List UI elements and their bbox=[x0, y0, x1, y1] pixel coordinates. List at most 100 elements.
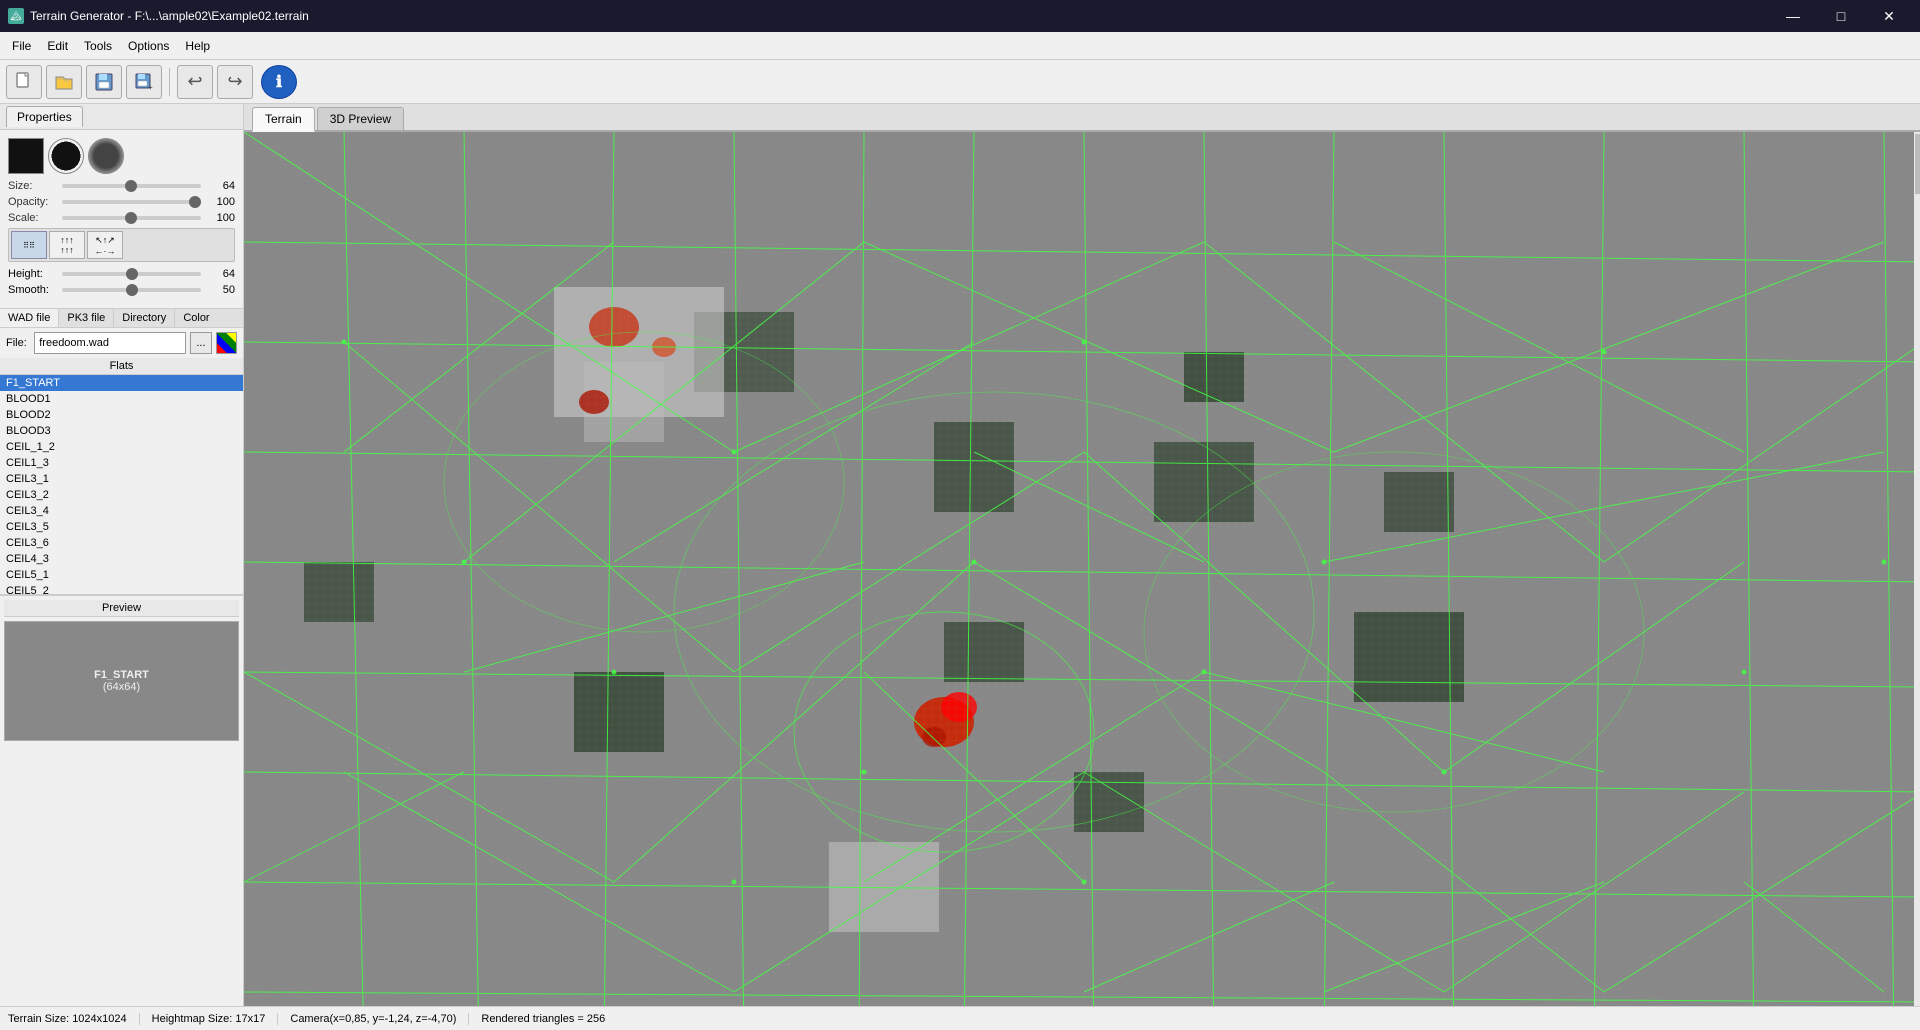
flat-item-ceil43[interactable]: CEIL4_3 bbox=[0, 551, 243, 567]
view-tabs: Terrain 3D Preview bbox=[244, 104, 1920, 132]
save-button[interactable] bbox=[86, 65, 122, 99]
size-slider[interactable] bbox=[62, 184, 201, 188]
tab-directory[interactable]: Directory bbox=[114, 309, 175, 327]
flat-item-ceil52[interactable]: CEIL5_2 bbox=[0, 583, 243, 595]
close-button[interactable]: ✕ bbox=[1866, 0, 1912, 32]
file-input[interactable] bbox=[34, 332, 186, 354]
terrain-visualization bbox=[244, 132, 1920, 1006]
brush-type-spread[interactable]: ↖↑↗←·→ bbox=[87, 231, 123, 259]
flat-item-ceil31[interactable]: CEIL3_1 bbox=[0, 471, 243, 487]
preview-flat-name: F1_START bbox=[94, 669, 149, 681]
scale-row: Scale: 100 bbox=[8, 212, 235, 224]
flat-item-ceil32[interactable]: CEIL3_2 bbox=[0, 487, 243, 503]
flat-item-ceil34[interactable]: CEIL3_4 bbox=[0, 503, 243, 519]
flat-item-f1start[interactable]: F1_START bbox=[0, 375, 243, 391]
opacity-row: Opacity: 100 bbox=[8, 196, 235, 208]
flat-item-ceil12[interactable]: CEIL_1_2 bbox=[0, 439, 243, 455]
main-layout: Properties Size: 64 Opacity: 100 bbox=[0, 104, 1920, 1006]
tab-wad-file[interactable]: WAD file bbox=[0, 309, 59, 327]
color-grid-button[interactable] bbox=[216, 332, 237, 354]
flat-item-ceil35[interactable]: CEIL3_5 bbox=[0, 519, 243, 535]
svg-text:+: + bbox=[148, 83, 153, 92]
flat-item-blood2[interactable]: BLOOD2 bbox=[0, 407, 243, 423]
toolbar-separator-1 bbox=[169, 68, 170, 96]
scale-label: Scale: bbox=[8, 212, 58, 224]
menu-help[interactable]: Help bbox=[177, 35, 218, 57]
menubar: File Edit Tools Options Help bbox=[0, 32, 1920, 60]
grid-overlay bbox=[244, 132, 1920, 1006]
window-controls: — □ ✕ bbox=[1770, 0, 1912, 32]
flat-item-ceil13[interactable]: CEIL1_3 bbox=[0, 455, 243, 471]
status-terrain-size: Terrain Size: 1024x1024 bbox=[8, 1013, 140, 1025]
properties-tab[interactable]: Properties bbox=[6, 106, 83, 127]
texture-tabs: WAD file PK3 file Directory Color bbox=[0, 309, 243, 328]
size-row: Size: 64 bbox=[8, 180, 235, 192]
texture-section: WAD file PK3 file Directory Color File: … bbox=[0, 309, 243, 596]
height-slider[interactable] bbox=[62, 272, 201, 276]
menu-options[interactable]: Options bbox=[120, 35, 177, 57]
flat-item-ceil51[interactable]: CEIL5_1 bbox=[0, 567, 243, 583]
vertical-scrollbar-track bbox=[1914, 132, 1920, 1006]
flat-item-blood3[interactable]: BLOOD3 bbox=[0, 423, 243, 439]
brush-types: ⠿⠿ ↑↑↑↑↑↑ ↖↑↗←·→ bbox=[8, 228, 235, 262]
height-label: Height: bbox=[8, 268, 58, 280]
app-icon: 🏔 bbox=[8, 8, 24, 24]
flats-list[interactable]: F1_START BLOOD1 BLOOD2 BLOOD3 CEIL_1_2 C… bbox=[0, 375, 243, 595]
size-label: Size: bbox=[8, 180, 58, 192]
preview-flat-size: (64x64) bbox=[103, 681, 140, 693]
redo-button[interactable]: ↪ bbox=[217, 65, 253, 99]
preview-label: Preview bbox=[4, 600, 239, 617]
properties-tab-bar: Properties bbox=[0, 104, 243, 130]
tab-terrain[interactable]: Terrain bbox=[252, 107, 315, 132]
flats-label: Flats bbox=[0, 358, 243, 375]
terrain-canvas[interactable] bbox=[244, 132, 1920, 1006]
left-panel: Properties Size: 64 Opacity: 100 bbox=[0, 104, 244, 1006]
window-title: Terrain Generator - F:\...\ample02\Examp… bbox=[30, 9, 309, 23]
open-button[interactable] bbox=[46, 65, 82, 99]
brush-type-dots[interactable]: ⠿⠿ bbox=[11, 231, 47, 259]
new-button[interactable] bbox=[6, 65, 42, 99]
brush-type-up[interactable]: ↑↑↑↑↑↑ bbox=[49, 231, 85, 259]
vertical-scrollbar-thumb[interactable] bbox=[1915, 134, 1920, 194]
opacity-value: 100 bbox=[205, 196, 235, 208]
statusbar: Terrain Size: 1024x1024 Heightmap Size: … bbox=[0, 1006, 1920, 1030]
smooth-slider[interactable] bbox=[62, 288, 201, 292]
brush-square[interactable] bbox=[8, 138, 44, 174]
opacity-slider[interactable] bbox=[62, 200, 201, 204]
file-label: File: bbox=[6, 337, 30, 349]
flat-item-ceil36[interactable]: CEIL3_6 bbox=[0, 535, 243, 551]
brush-circle-solid[interactable] bbox=[48, 138, 84, 174]
toolbar: + ↩ ↪ ℹ bbox=[0, 60, 1920, 104]
minimize-button[interactable]: — bbox=[1770, 0, 1816, 32]
save-as-button[interactable]: + bbox=[126, 65, 162, 99]
status-rendered: Rendered triangles = 256 bbox=[481, 1013, 617, 1025]
status-heightmap-size: Heightmap Size: 17x17 bbox=[152, 1013, 279, 1025]
tab-3d-preview[interactable]: 3D Preview bbox=[317, 107, 404, 130]
scale-value: 100 bbox=[205, 212, 235, 224]
opacity-label: Opacity: bbox=[8, 196, 58, 208]
info-button[interactable]: ℹ bbox=[261, 65, 297, 99]
size-value: 64 bbox=[205, 180, 235, 192]
scale-slider[interactable] bbox=[62, 216, 201, 220]
menu-tools[interactable]: Tools bbox=[76, 35, 120, 57]
brush-shapes bbox=[8, 138, 235, 174]
maximize-button[interactable]: □ bbox=[1818, 0, 1864, 32]
preview-section: Preview F1_START (64x64) bbox=[0, 596, 243, 1006]
right-panel: Terrain 3D Preview bbox=[244, 104, 1920, 1006]
tab-pk3-file[interactable]: PK3 file bbox=[59, 309, 114, 327]
file-browse-button[interactable]: ... bbox=[190, 332, 211, 354]
brush-circle-soft[interactable] bbox=[88, 138, 124, 174]
menu-edit[interactable]: Edit bbox=[39, 35, 76, 57]
file-row: File: ... bbox=[0, 328, 243, 358]
brush-section: Size: 64 Opacity: 100 Scale: 100 ⠿⠿ ↑↑↑↑… bbox=[0, 130, 243, 309]
status-camera: Camera(x=0,85, y=-1,24, z=-4,70) bbox=[290, 1013, 469, 1025]
titlebar: 🏔 Terrain Generator - F:\...\ample02\Exa… bbox=[0, 0, 1920, 32]
smooth-row: Smooth: 50 bbox=[8, 284, 235, 296]
menu-file[interactable]: File bbox=[4, 35, 39, 57]
undo-button[interactable]: ↩ bbox=[177, 65, 213, 99]
height-value: 64 bbox=[205, 268, 235, 280]
smooth-label: Smooth: bbox=[8, 284, 58, 296]
tab-color[interactable]: Color bbox=[175, 309, 217, 327]
preview-box: F1_START (64x64) bbox=[4, 621, 239, 741]
flat-item-blood1[interactable]: BLOOD1 bbox=[0, 391, 243, 407]
